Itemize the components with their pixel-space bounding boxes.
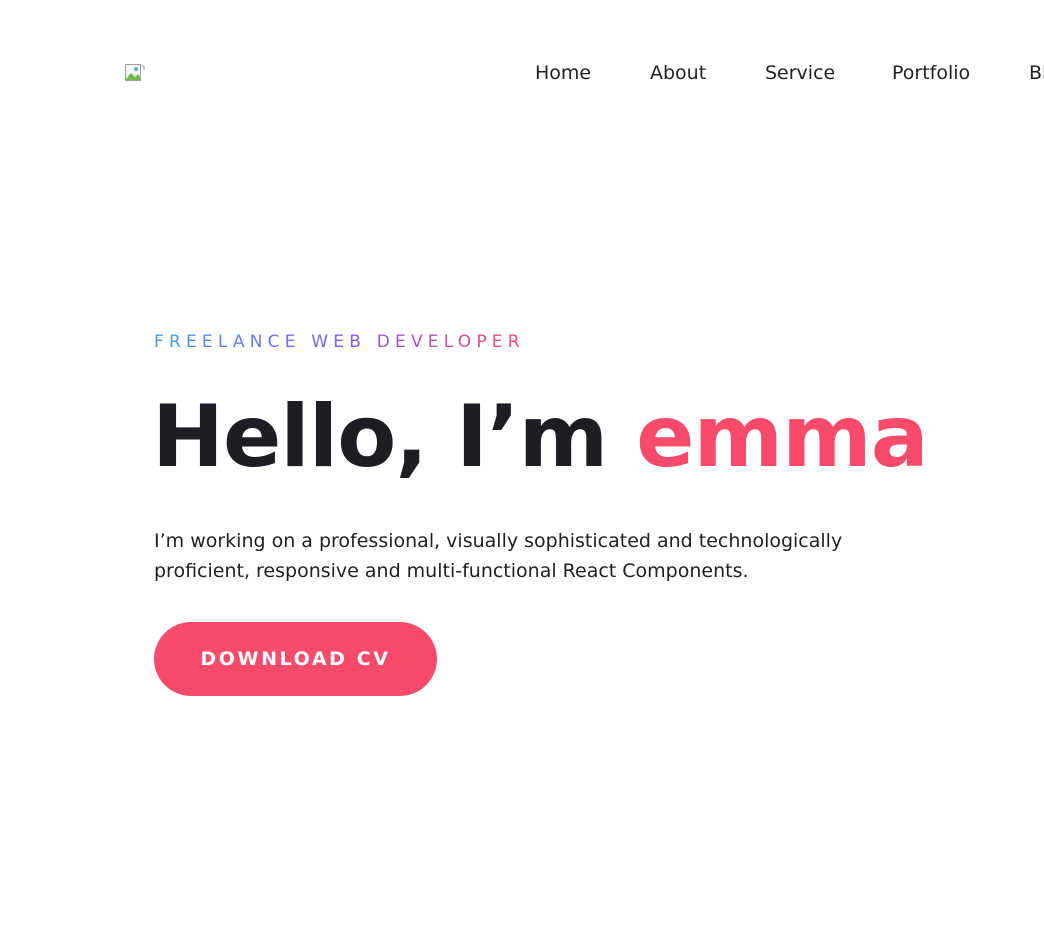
headline-name: emma (636, 387, 929, 487)
nav-home[interactable]: Home (535, 58, 591, 88)
page: Home About Service Portfolio Bl FREELANC… (0, 0, 1044, 932)
logo-link[interactable] (125, 64, 145, 82)
nav-blog[interactable]: Bl (1029, 58, 1044, 88)
nav-about[interactable]: About (650, 58, 706, 88)
hero-description: I’m working on a professional, visually … (154, 530, 843, 582)
download-cv-button[interactable]: DOWNLOAD CV (154, 622, 437, 696)
hero-eyebrow: FREELANCE WEB DEVELOPER (154, 332, 525, 352)
hero-headline: Hello, I’m emma (152, 385, 929, 489)
broken-image-icon (125, 64, 145, 81)
nav-portfolio[interactable]: Portfolio (892, 58, 970, 88)
headline-greeting: Hello, I’m (152, 387, 637, 487)
nav-service[interactable]: Service (765, 58, 835, 88)
